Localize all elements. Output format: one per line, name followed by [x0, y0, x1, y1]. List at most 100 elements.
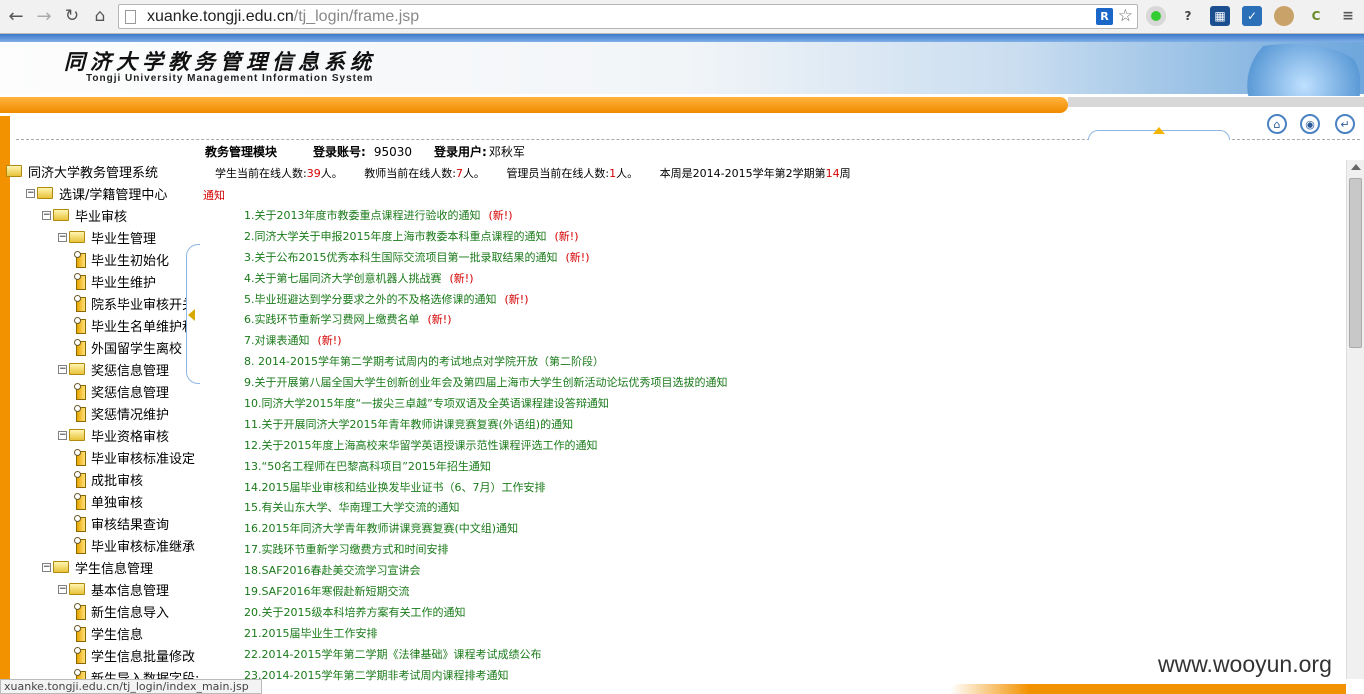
tree-toggle-icon[interactable]: −	[42, 562, 51, 572]
bookmark-star-icon[interactable]: ☆	[1118, 6, 1133, 26]
tree-folder-item[interactable]: 同济大学教务管理系统	[6, 160, 158, 182]
notice-item[interactable]: 23.2014-2015学年第二学期非考试周内课程排考通知	[244, 666, 728, 687]
notice-item[interactable]: 19.SAF2016年寒假赴新短期交流	[244, 582, 728, 603]
tree-leaf-item[interactable]: 成批审核	[74, 468, 143, 490]
forward-icon[interactable]: →	[32, 4, 56, 28]
notice-item[interactable]: 21.2015届毕业生工作安排	[244, 624, 728, 645]
cookie-icon[interactable]	[1274, 6, 1294, 26]
tree-leaf-item[interactable]: 毕业生初始化	[74, 248, 169, 270]
extension-circle-icon[interactable]	[1146, 6, 1166, 26]
notice-item[interactable]: 14.2015届毕业审核和结业换发毕业证书（6、7月）工作安排	[244, 478, 728, 499]
notice-link[interactable]: 16.2015年同济大学青年教师讲课竞赛复赛(中文组)通知	[244, 522, 518, 535]
reload-icon[interactable]: ↻	[60, 4, 84, 28]
scroll-up-icon[interactable]	[1351, 164, 1361, 170]
notice-item[interactable]: 1.关于2013年度市教委重点课程进行验收的通知 (新!)	[244, 206, 728, 227]
extension-check-icon[interactable]: ✓	[1242, 6, 1262, 26]
back-icon[interactable]: ←	[4, 4, 28, 28]
extension-c-icon[interactable]: C	[1306, 6, 1326, 26]
scroll-thumb[interactable]	[1349, 178, 1362, 348]
tree-leaf-item[interactable]: 新生信息导入	[74, 600, 169, 622]
notice-link[interactable]: 11.关于开展同济大学2015年青年教师讲课竞赛复赛(外语组)的通知	[244, 418, 573, 431]
home-icon[interactable]: ⌂	[1267, 114, 1287, 134]
notice-link[interactable]: 23.2014-2015学年第二学期非考试周内课程排考通知	[244, 669, 508, 682]
tree-folder-item[interactable]: − 选课/学籍管理中心	[26, 182, 167, 204]
notice-link[interactable]: 9.关于开展第八届全国大学生创新创业年会及第四届上海市大学生创新活动论坛优秀项目…	[244, 376, 728, 389]
tree-leaf-item[interactable]: 外国留学生离校	[74, 336, 182, 358]
notice-item[interactable]: 6.实践环节重新学习费网上缴费名单 (新!)	[244, 310, 728, 331]
notice-link[interactable]: 14.2015届毕业审核和结业换发毕业证书（6、7月）工作安排	[244, 481, 545, 494]
tree-leaf-item[interactable]: 奖惩情况维护	[74, 402, 169, 424]
tree-leaf-item[interactable]: 审核结果查询	[74, 512, 169, 534]
notice-link[interactable]: 10.同济大学2015年度“一拔尖三卓越”专项双语及全英语课程建设答辩通知	[244, 397, 609, 410]
tree-toggle-icon[interactable]: −	[58, 430, 67, 440]
notice-link[interactable]: 19.SAF2016年寒假赴新短期交流	[244, 585, 410, 598]
notice-item[interactable]: 13.“50名工程师在巴黎高科项目”2015年招生通知	[244, 457, 728, 478]
logout-icon[interactable]: ↵	[1335, 114, 1355, 134]
tree-leaf-item[interactable]: 毕业生名单维护和	[74, 314, 195, 336]
notice-item[interactable]: 7.对课表通知 (新!)	[244, 331, 728, 352]
notice-link[interactable]: 20.关于2015级本科培养方案有关工作的通知	[244, 606, 466, 619]
tree-leaf-item[interactable]: 院系毕业审核开关	[74, 292, 195, 314]
tree-leaf-item[interactable]: 学生信息批量修改	[74, 644, 195, 666]
notice-link[interactable]: 3.关于公布2015优秀本科生国际交流项目第一批录取结果的通知	[244, 251, 558, 264]
notice-item[interactable]: 17.实践环节重新学习缴费方式和时间安排	[244, 540, 728, 561]
notice-item[interactable]: 9.关于开展第八届全国大学生创新创业年会及第四届上海市大学生创新活动论坛优秀项目…	[244, 373, 728, 394]
tree-folder-item[interactable]: − 毕业资格审核	[58, 424, 169, 446]
tree-toggle-icon[interactable]: −	[58, 584, 67, 594]
tree-toggle-icon[interactable]: −	[42, 210, 51, 220]
rss-icon[interactable]: R	[1096, 8, 1113, 25]
tree-folder-item[interactable]: − 毕业生管理	[58, 226, 156, 248]
notice-item[interactable]: 11.关于开展同济大学2015年青年教师讲课竞赛复赛(外语组)的通知	[244, 415, 728, 436]
notice-item[interactable]: 15.有关山东大学、华南理工大学交流的通知	[244, 498, 728, 519]
notice-item[interactable]: 5.毕业班避达到学分要求之外的不及格选修课的通知 (新!)	[244, 290, 728, 311]
notice-link[interactable]: 21.2015届毕业生工作安排	[244, 627, 378, 640]
tree-leaf-item[interactable]: 毕业审核标准设定	[74, 446, 195, 468]
extension-question-icon[interactable]: ?	[1178, 6, 1198, 26]
tree-leaf-item[interactable]: 毕业生维护	[74, 270, 156, 292]
notice-item[interactable]: 3.关于公布2015优秀本科生国际交流项目第一批录取结果的通知 (新!)	[244, 248, 728, 269]
vertical-scrollbar[interactable]	[1346, 160, 1364, 679]
tree-folder-item[interactable]: − 学生信息管理	[42, 556, 153, 578]
home-button-icon[interactable]: ⌂	[88, 4, 112, 28]
tree-toggle-icon[interactable]: −	[58, 232, 67, 242]
tree-folder-item[interactable]: − 基本信息管理	[58, 578, 169, 600]
notice-link[interactable]: 7.对课表通知	[244, 334, 310, 347]
notice-item[interactable]: 2.同济大学关于申报2015年度上海市教委本科重点课程的通知 (新!)	[244, 227, 728, 248]
tree-toggle-icon[interactable]: −	[26, 188, 35, 198]
extension-blue-icon[interactable]: ▦	[1210, 6, 1230, 26]
notice-link[interactable]: 2.同济大学关于申报2015年度上海市教委本科重点课程的通知	[244, 230, 547, 243]
notice-item[interactable]: 12.关于2015年度上海高校来华留学英语授课示范性课程评选工作的通知	[244, 436, 728, 457]
collapse-sidebar-handle[interactable]	[186, 244, 200, 384]
notice-item[interactable]: 4.关于第七届同济大学创意机器人挑战赛 (新!)	[244, 269, 728, 290]
notice-link[interactable]: 13.“50名工程师在巴黎高科项目”2015年招生通知	[244, 460, 491, 473]
notice-link[interactable]: 5.毕业班避达到学分要求之外的不及格选修课的通知	[244, 293, 497, 306]
week-number: 14	[825, 167, 840, 180]
notice-link[interactable]: 22.2014-2015学年第二学期《法律基础》课程考试成绩公布	[244, 648, 541, 661]
notice-item[interactable]: 8. 2014-2015学年第二学期考试周内的考试地点对学院开放（第二阶段）	[244, 352, 728, 373]
notice-link[interactable]: 4.关于第七届同济大学创意机器人挑战赛	[244, 272, 442, 285]
notice-link[interactable]: 8. 2014-2015学年第二学期考试周内的考试地点对学院开放（第二阶段）	[244, 355, 604, 368]
notice-item[interactable]: 22.2014-2015学年第二学期《法律基础》课程考试成绩公布	[244, 645, 728, 666]
tree-toggle-icon[interactable]: −	[58, 364, 67, 374]
notice-link[interactable]: 6.实践环节重新学习费网上缴费名单	[244, 313, 420, 326]
tree-folder-item[interactable]: − 奖惩信息管理	[58, 358, 169, 380]
notice-link[interactable]: 12.关于2015年度上海高校来华留学英语授课示范性课程评选工作的通知	[244, 439, 598, 452]
page-leaf-icon	[74, 647, 86, 664]
menu-icon[interactable]: ≡	[1338, 6, 1358, 26]
tree-leaf-item[interactable]: 学生信息	[74, 622, 143, 644]
tree-leaf-item[interactable]: 单独审核	[74, 490, 143, 512]
notice-item[interactable]: 18.SAF2016春赴美交流学习宣讲会	[244, 561, 728, 582]
notice-item[interactable]: 10.同济大学2015年度“一拔尖三卓越”专项双语及全英语课程建设答辩通知	[244, 394, 728, 415]
tree-folder-item[interactable]: − 毕业审核	[42, 204, 127, 226]
tree-leaf-item[interactable]: 奖惩信息管理	[74, 380, 169, 402]
address-bar[interactable]: xuanke.tongji.edu.cn/tj_login/frame.jsp …	[118, 4, 1138, 29]
notice-item[interactable]: 16.2015年同济大学青年教师讲课竞赛复赛(中文组)通知	[244, 519, 728, 540]
tree-leaf-item[interactable]: 毕业审核标准继承	[74, 534, 195, 556]
notice-link[interactable]: 18.SAF2016春赴美交流学习宣讲会	[244, 564, 421, 577]
notice-link[interactable]: 1.关于2013年度市教委重点课程进行验收的通知	[244, 209, 481, 222]
notice-item[interactable]: 20.关于2015级本科培养方案有关工作的通知	[244, 603, 728, 624]
lock-icon[interactable]: ◉	[1300, 114, 1320, 134]
notice-link[interactable]: 15.有关山东大学、华南理工大学交流的通知	[244, 501, 460, 514]
collapse-header-tab[interactable]	[1088, 127, 1230, 140]
notice-link[interactable]: 17.实践环节重新学习缴费方式和时间安排	[244, 543, 449, 556]
